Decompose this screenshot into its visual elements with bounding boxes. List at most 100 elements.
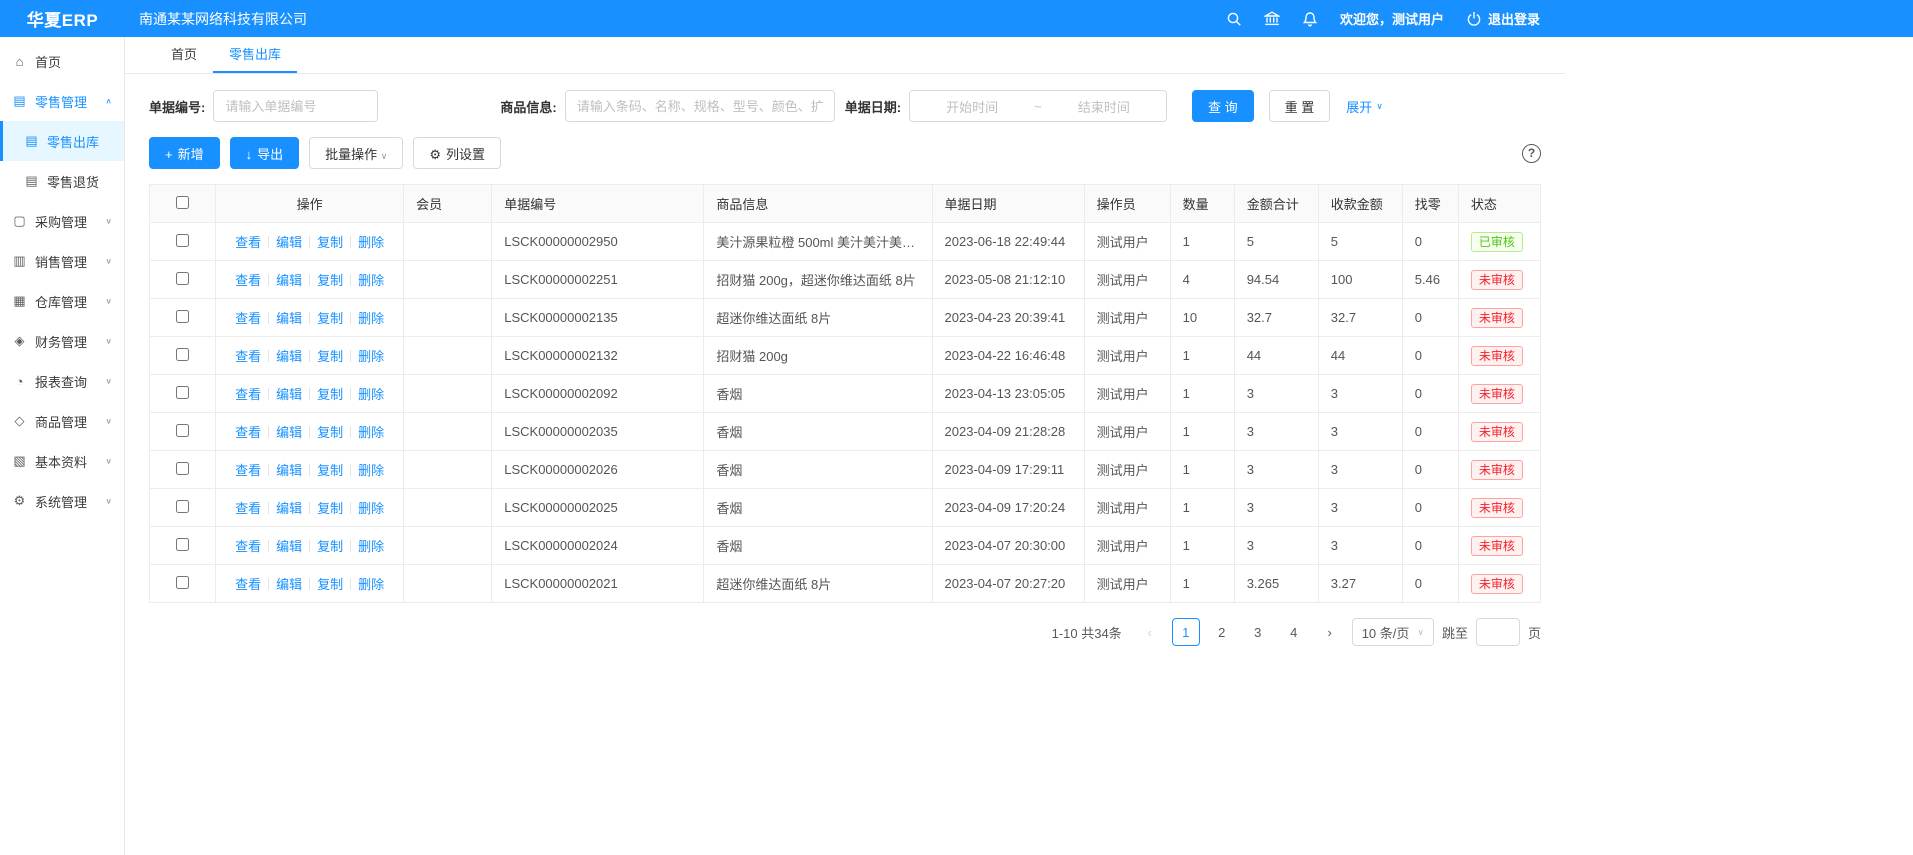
copy-link[interactable]: 复制 [317, 577, 343, 592]
view-link[interactable]: 查看 [235, 349, 261, 364]
copy-link[interactable]: 复制 [317, 311, 343, 326]
row-checkbox-cell [150, 375, 216, 413]
sidebar-item-finance[interactable]: ◈ 财务管理 ∨ [0, 321, 124, 361]
row-checkbox[interactable] [176, 386, 189, 399]
batch-actions-button[interactable]: 批量操作 ∨ [309, 137, 403, 169]
row-checkbox[interactable] [176, 576, 189, 589]
copy-link[interactable]: 复制 [317, 539, 343, 554]
edit-link[interactable]: 编辑 [276, 577, 302, 592]
search-button[interactable]: 查 询 [1192, 90, 1254, 122]
order-no-input[interactable] [213, 90, 378, 122]
view-link[interactable]: 查看 [235, 501, 261, 516]
date-range-picker[interactable]: 开始时间 ~ 结束时间 [909, 90, 1167, 122]
edit-link[interactable]: 编辑 [276, 387, 302, 402]
edit-link[interactable]: 编辑 [276, 539, 302, 554]
tab-retail-outbound[interactable]: 零售出库 [213, 37, 297, 73]
copy-link[interactable]: 复制 [317, 235, 343, 250]
edit-link[interactable]: 编辑 [276, 349, 302, 364]
row-checkbox[interactable] [176, 538, 189, 551]
delete-link[interactable]: 删除 [358, 577, 384, 592]
page-button-3[interactable]: 3 [1244, 618, 1272, 646]
copy-link[interactable]: 复制 [317, 349, 343, 364]
document-icon: ▤ [24, 173, 39, 189]
sidebar-item-warehouse[interactable]: ▦ 仓库管理 ∨ [0, 281, 124, 321]
copy-link[interactable]: 复制 [317, 425, 343, 440]
view-link[interactable]: 查看 [235, 425, 261, 440]
tab-home[interactable]: 首页 [155, 37, 213, 73]
sidebar-item-purchase[interactable]: ▢ 采购管理 ∨ [0, 201, 124, 241]
delete-link[interactable]: 删除 [358, 501, 384, 516]
chevron-down-icon: ∨ [105, 216, 112, 225]
delete-link[interactable]: 删除 [358, 273, 384, 288]
export-button[interactable]: ↓导出 [230, 137, 300, 169]
delete-link[interactable]: 删除 [358, 311, 384, 326]
help-icon[interactable]: ? [1522, 144, 1541, 163]
sidebar-item-retail-outbound[interactable]: ▤ 零售出库 [0, 121, 124, 161]
view-link[interactable]: 查看 [235, 273, 261, 288]
copy-link[interactable]: 复制 [317, 463, 343, 478]
view-link[interactable]: 查看 [235, 235, 261, 250]
edit-link[interactable]: 编辑 [276, 463, 302, 478]
page-button-2[interactable]: 2 [1208, 618, 1236, 646]
sidebar-item-system[interactable]: ⚙ 系统管理 ∨ [0, 481, 124, 521]
page-size-select[interactable]: 10 条/页 ∨ [1352, 618, 1434, 646]
column-settings-button[interactable]: ⚙列设置 [413, 137, 501, 169]
page-button-4[interactable]: 4 [1280, 618, 1308, 646]
edit-link[interactable]: 编辑 [276, 501, 302, 516]
sidebar-item-reports[interactable]: ◔ 报表查询 ∨ [0, 361, 124, 401]
delete-link[interactable]: 删除 [358, 539, 384, 554]
copy-link[interactable]: 复制 [317, 387, 343, 402]
row-checkbox[interactable] [176, 348, 189, 361]
jump-page-input[interactable] [1476, 618, 1520, 646]
edit-link[interactable]: 编辑 [276, 425, 302, 440]
delete-link[interactable]: 删除 [358, 463, 384, 478]
edit-link[interactable]: 编辑 [276, 311, 302, 326]
delete-link[interactable]: 删除 [358, 349, 384, 364]
reset-button[interactable]: 重 置 [1269, 90, 1331, 122]
bank-icon[interactable] [1264, 11, 1280, 27]
status-cell: 未审核 [1458, 413, 1540, 451]
sidebar-item-sales[interactable]: ▥ 销售管理 ∨ [0, 241, 124, 281]
search-icon[interactable] [1226, 11, 1242, 27]
row-checkbox[interactable] [176, 272, 189, 285]
sidebar-item-label: 系统管理 [35, 492, 87, 511]
copy-link[interactable]: 复制 [317, 273, 343, 288]
operator-cell: 测试用户 [1084, 451, 1170, 489]
prev-page-button[interactable]: ‹ [1136, 618, 1164, 646]
row-checkbox[interactable] [176, 234, 189, 247]
sidebar-item-label: 首页 [35, 52, 61, 71]
next-page-button[interactable]: › [1316, 618, 1344, 646]
sidebar-item-retail[interactable]: ▤ 零售管理 ∧ [0, 81, 124, 121]
edit-link[interactable]: 编辑 [276, 273, 302, 288]
sidebar-item-retail-return[interactable]: ▤ 零售退货 [0, 161, 124, 201]
delete-link[interactable]: 删除 [358, 387, 384, 402]
delete-link[interactable]: 删除 [358, 235, 384, 250]
delete-link[interactable]: 删除 [358, 425, 384, 440]
edit-link[interactable]: 编辑 [276, 235, 302, 250]
bell-icon[interactable] [1302, 11, 1318, 27]
row-checkbox-cell [150, 527, 216, 565]
view-link[interactable]: 查看 [235, 463, 261, 478]
sidebar-item-basic-data[interactable]: ▧ 基本资料 ∨ [0, 441, 124, 481]
row-checkbox[interactable] [176, 310, 189, 323]
qty-cell: 1 [1170, 451, 1234, 489]
status-cell: 未审核 [1458, 375, 1540, 413]
add-button[interactable]: +新增 [149, 137, 220, 169]
expand-link[interactable]: 展开 ∨ [1346, 97, 1383, 116]
product-info-input[interactable] [565, 90, 835, 122]
sidebar-item-goods[interactable]: ◇ 商品管理 ∨ [0, 401, 124, 441]
logout-button[interactable]: 退出登录 [1466, 9, 1540, 28]
view-link[interactable]: 查看 [235, 577, 261, 592]
status-badge: 未审核 [1471, 460, 1523, 480]
copy-link[interactable]: 复制 [317, 501, 343, 516]
sidebar-item-home[interactable]: ⌂ 首页 [0, 41, 124, 81]
view-link[interactable]: 查看 [235, 539, 261, 554]
select-all-checkbox[interactable] [176, 196, 189, 209]
page-button-1[interactable]: 1 [1172, 618, 1200, 646]
view-link[interactable]: 查看 [235, 311, 261, 326]
row-checkbox[interactable] [176, 500, 189, 513]
row-checkbox[interactable] [176, 462, 189, 475]
view-link[interactable]: 查看 [235, 387, 261, 402]
date-cell: 2023-05-08 21:12:10 [932, 261, 1084, 299]
row-checkbox[interactable] [176, 424, 189, 437]
